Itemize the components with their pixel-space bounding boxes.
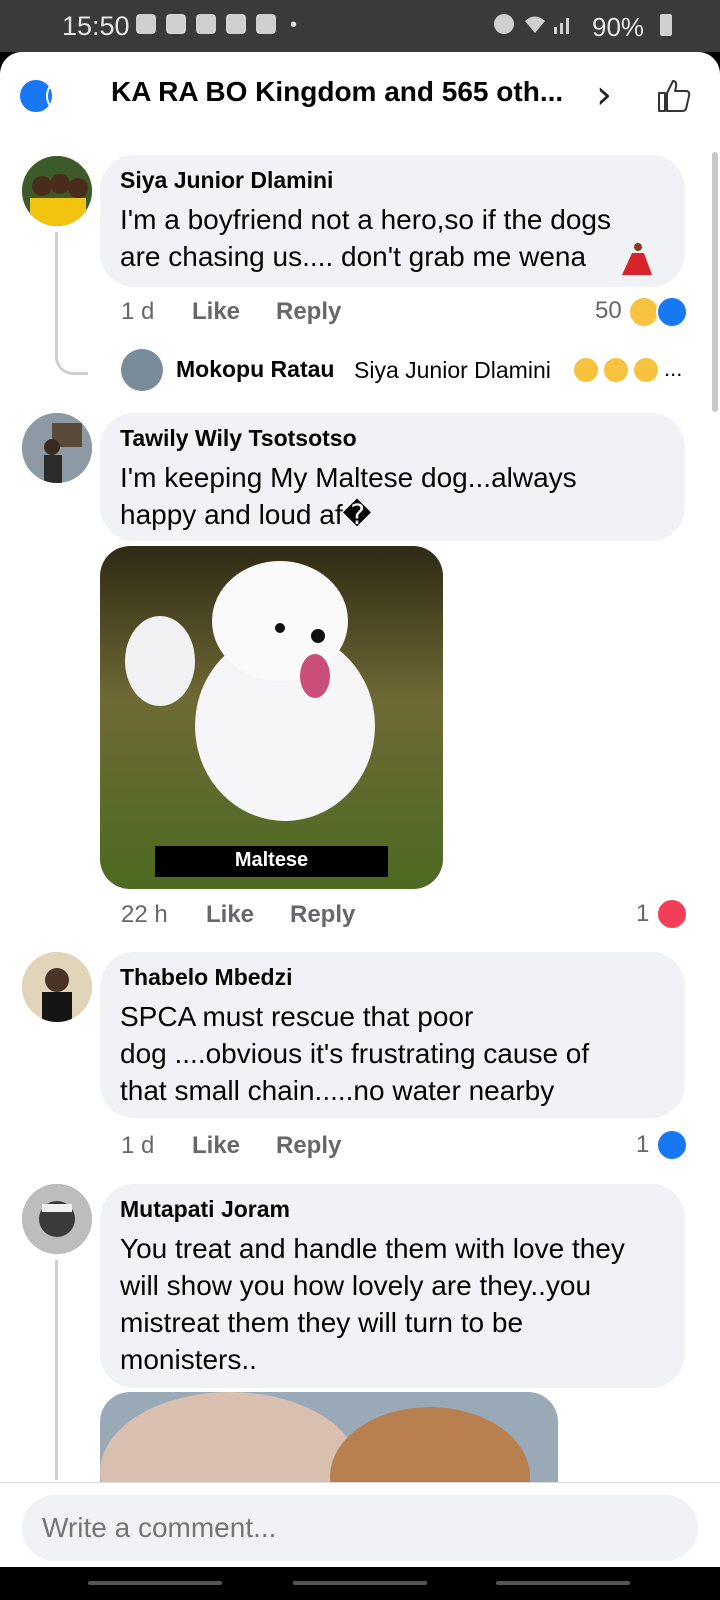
comment-text-line: that small chain.....no water nearby [120, 1075, 555, 1106]
reactions-summary[interactable]: KA RA BO Kingdom and 565 oth... [111, 76, 563, 108]
comments-sheet: KA RA BO Kingdom and 565 oth... › Siya J… [0, 52, 720, 1567]
comment-bubble[interactable]: Mutapati Joram You treat and handle them… [100, 1184, 685, 1388]
comment-text-line: are chasing us.... don't grab me wena [120, 241, 587, 272]
comment-author[interactable]: Mutapati Joram [120, 1196, 290, 1223]
back-button[interactable] [496, 1581, 630, 1585]
system-nav-bar [0, 1567, 720, 1600]
check-icon [256, 14, 276, 34]
alarm-icon [494, 14, 514, 34]
signal-icon [552, 14, 572, 34]
comment-text-line: I'm a boyfriend not a hero,so if the dog… [120, 204, 611, 235]
image-caption: Maltese [234, 849, 309, 871]
wow-reaction-icon [74, 78, 110, 114]
like-reaction-icon [656, 296, 688, 328]
like-button[interactable]: Like [192, 1132, 240, 1160]
more-notifications-dot-icon: • [290, 14, 298, 36]
comment-input[interactable] [22, 1495, 698, 1561]
rofl-emoji-icon [572, 356, 600, 384]
rofl-emoji-icon [632, 356, 660, 384]
avatar[interactable] [22, 952, 92, 1022]
avatar[interactable] [22, 413, 92, 483]
heart-reaction-icon [656, 898, 688, 930]
reply-author[interactable]: Mokopu Ratau [176, 356, 334, 383]
rofl-emoji-icon [602, 356, 630, 384]
like-button[interactable]: Like [206, 901, 254, 929]
comment-author[interactable]: Siya Junior Dlamini [120, 167, 333, 194]
comment-text-line: will show you how lovely are they..you [120, 1270, 592, 1301]
comment-photo[interactable]: Maltese [100, 546, 443, 889]
app-icon [226, 14, 246, 34]
reaction-count[interactable]: 50 [595, 297, 622, 325]
comment-time[interactable]: 1 d [121, 1132, 154, 1160]
notification-icon [136, 14, 156, 34]
gmail-icon [196, 14, 216, 34]
like-reaction-icon [656, 1129, 688, 1161]
reply-button[interactable]: Reply [276, 298, 341, 326]
comment-author[interactable]: Tawily Wily Tsotsotso [120, 425, 357, 452]
avatar[interactable] [22, 1184, 92, 1254]
comment-text-line: monisters.. [120, 1344, 257, 1375]
comment-text-line: I'm keeping My Maltese dog...always [120, 462, 577, 493]
reply-avatar[interactable] [121, 349, 163, 391]
status-bar: 15:50 • 90% [0, 0, 720, 52]
wifi-icon [524, 14, 545, 34]
like-button[interactable]: Like [192, 298, 240, 326]
dancer-emoji-icon [618, 241, 652, 275]
thread-line [55, 1260, 58, 1480]
comment-time[interactable]: 1 d [121, 298, 154, 326]
avatar[interactable] [22, 156, 92, 226]
comment-text-line: SPCA must rescue that poor [120, 1001, 474, 1032]
scrollbar[interactable] [712, 152, 718, 412]
battery-charging-icon [660, 14, 672, 36]
comment-composer [0, 1482, 720, 1567]
reply-button[interactable]: Reply [276, 1132, 341, 1160]
comment-bubble[interactable]: Siya Junior Dlamini I'm a boyfriend not … [100, 155, 685, 287]
reactions-header[interactable]: KA RA BO Kingdom and 565 oth... › [0, 52, 720, 142]
comment-bubble[interactable]: Thabelo Mbedzi SPCA must rescue that poo… [100, 952, 685, 1118]
comment-author[interactable]: Thabelo Mbedzi [120, 964, 293, 991]
weather-icon [166, 14, 186, 34]
maltese-dog-image [100, 546, 443, 889]
chevron-right-icon[interactable]: › [596, 72, 612, 118]
home-button[interactable] [293, 1581, 427, 1585]
status-time: 15:50 [62, 11, 130, 41]
comment-bubble[interactable]: Tawily Wily Tsotsotso I'm keeping My Mal… [100, 413, 685, 541]
reply-text[interactable]: Siya Junior Dlamini [354, 357, 551, 384]
reply-ellipsis: ... [664, 356, 683, 381]
comment-text-line: dog ....obvious it's frustrating cause o… [120, 1038, 590, 1069]
reaction-count[interactable]: 1 [636, 1131, 649, 1159]
comment-text-line: happy and loud af� [120, 499, 372, 530]
reaction-count[interactable]: 1 [636, 900, 649, 928]
comment-time[interactable]: 22 h [121, 901, 168, 929]
comment-text-line: You treat and handle them with love they [120, 1233, 625, 1264]
recent-apps-button[interactable] [88, 1581, 222, 1585]
reply-button[interactable]: Reply [290, 901, 355, 929]
comment-text-line: mistreat them they will turn to be [120, 1307, 524, 1338]
battery-level: 90% [592, 12, 645, 42]
thread-line [55, 232, 88, 375]
like-thumb-icon[interactable] [656, 78, 692, 114]
